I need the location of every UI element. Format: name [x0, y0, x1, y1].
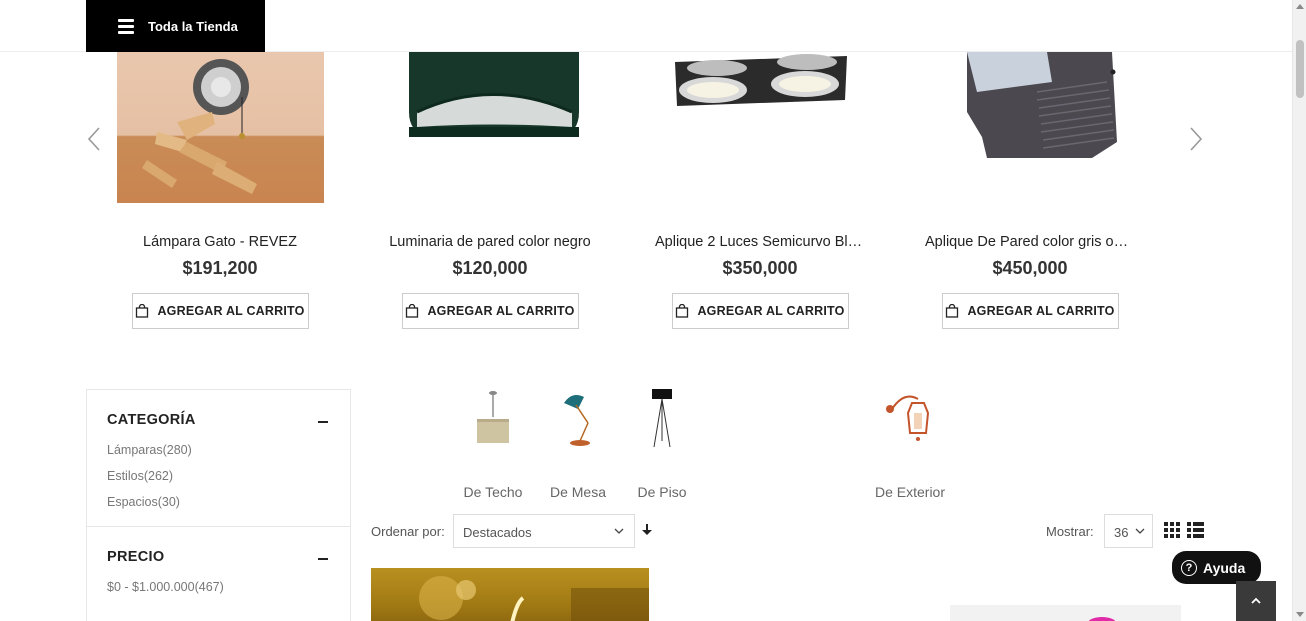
add-to-cart-button[interactable]: AGREGAR AL CARRITO: [401, 293, 579, 329]
category-label: Lámparas: [107, 443, 163, 457]
hamburger-icon: [118, 19, 134, 34]
shopping-bag-icon: [676, 304, 689, 318]
shopping-bag-icon: [406, 304, 419, 318]
category-filter-title[interactable]: CATEGORÍA: [107, 412, 330, 428]
chevron-up-icon: [1251, 597, 1261, 604]
sort-direction-button[interactable]: [642, 524, 652, 539]
product-name[interactable]: Lámpara Gato - REVEZ: [115, 234, 325, 250]
product-name[interactable]: Aplique 2 Luces Semicurvo Blanco: [655, 234, 865, 250]
add-to-cart-label: AGREGAR AL CARRITO: [157, 304, 305, 318]
product-card: Aplique De Pared color gris oscuro $450,…: [910, 52, 1150, 329]
grid-view-icon[interactable]: [1164, 522, 1180, 538]
wall-light-black-picture: [408, 52, 579, 137]
arrow-down-icon: [642, 524, 652, 535]
carousel-next-button[interactable]: [1186, 124, 1206, 154]
price-filter-title[interactable]: PRECIO: [107, 549, 330, 565]
listing-product-image[interactable]: [371, 568, 649, 621]
help-label: Ayuda: [1203, 559, 1246, 576]
product-image[interactable]: [116, 52, 324, 203]
category-label: De Mesa: [549, 484, 607, 500]
store-menu-button[interactable]: Toda la Tienda: [86, 0, 265, 52]
chevron-down-icon: [614, 528, 624, 534]
add-to-cart-button[interactable]: AGREGAR AL CARRITO: [941, 293, 1119, 329]
product-card: Luminaria de pared color negro $120,000 …: [370, 52, 610, 329]
listing-product-image[interactable]: [950, 605, 1181, 621]
category-item-lamparas[interactable]: Lámparas(280): [107, 442, 330, 458]
category-shortcuts: De Techo De Mesa De Piso De Exterior: [450, 389, 970, 500]
chevron-down-icon: [1135, 528, 1145, 534]
cat-lamp-picture: [141, 59, 257, 194]
list-view-icon[interactable]: [1187, 522, 1204, 538]
scrollbar-thumb[interactable]: [1296, 40, 1304, 98]
product-price: $450,000: [992, 258, 1068, 278]
desk-lamp-icon: [548, 389, 608, 449]
collapse-icon[interactable]: [318, 421, 328, 423]
price-filter: PRECIO $0 - $1.000.000(467): [87, 526, 350, 595]
add-to-cart-button[interactable]: AGREGAR AL CARRITO: [131, 293, 309, 329]
grey-wall-light-picture: [966, 52, 1117, 158]
category-label: De Techo: [463, 484, 523, 500]
product-carousel: Lámpara Gato - REVEZ $191,200 AGREGAR AL…: [86, 52, 1206, 342]
product-card: Lámpara Gato - REVEZ $191,200 AGREGAR AL…: [100, 52, 340, 329]
price-range-item[interactable]: $0 - $1.000.000(467): [107, 579, 330, 595]
scroll-up-arrow-icon[interactable]: [1296, 4, 1304, 9]
category-de-exterior[interactable]: De Exterior: [860, 389, 960, 500]
page-scrollbar[interactable]: [1292, 0, 1306, 621]
add-to-cart-label: AGREGAR AL CARRITO: [967, 304, 1115, 318]
category-count: (280): [162, 443, 192, 457]
category-title-text: CATEGORÍA: [107, 412, 196, 428]
listing-toolbar: Ordenar por: Destacados Mostrar: 36: [371, 514, 1206, 548]
category-item-espacios[interactable]: Espacios(30): [107, 494, 330, 510]
add-to-cart-button[interactable]: AGREGAR AL CARRITO: [671, 293, 849, 329]
per-page-select[interactable]: 36: [1104, 514, 1153, 548]
product-price: $191,200: [182, 258, 258, 278]
warm-light-picture: [419, 576, 649, 621]
help-button[interactable]: ? Ayuda: [1172, 551, 1261, 584]
collapse-icon[interactable]: [318, 558, 328, 560]
product-image[interactable]: [387, 52, 594, 203]
product-image[interactable]: [927, 52, 1134, 203]
show-label: Mostrar:: [1046, 524, 1094, 539]
price-title-text: PRECIO: [107, 549, 165, 565]
sort-select-value: Destacados: [463, 525, 532, 540]
category-count: (262): [143, 469, 174, 483]
product-price: $350,000: [722, 258, 798, 278]
scroll-down-arrow-icon[interactable]: [1296, 612, 1304, 617]
per-page-value: 36: [1114, 525, 1129, 540]
filter-sidebar: CATEGORÍA Lámparas(280) Estilos(262) Esp…: [86, 389, 351, 621]
product-price: $120,000: [452, 258, 528, 278]
category-filter: CATEGORÍA Lámparas(280) Estilos(262) Esp…: [87, 390, 350, 510]
scroll-to-top-button[interactable]: [1236, 581, 1276, 621]
product-name[interactable]: Luminaria de pared color negro: [385, 234, 595, 250]
product-image[interactable]: [657, 52, 864, 203]
product-name[interactable]: Aplique De Pared color gris oscuro: [925, 234, 1135, 250]
price-range-count: (467): [194, 580, 224, 594]
category-de-mesa[interactable]: De Mesa: [538, 389, 618, 500]
category-label: De Piso: [637, 484, 687, 500]
pendant-lamp-icon: [463, 389, 523, 449]
category-count: (30): [157, 495, 180, 509]
category-de-piso[interactable]: De Piso: [622, 389, 702, 500]
floor-lamp-icon: [632, 389, 692, 449]
category-label: De Exterior: [874, 484, 946, 500]
question-icon: ?: [1181, 559, 1197, 576]
category-label: Espacios: [107, 495, 158, 509]
product-card: Aplique 2 Luces Semicurvo Blanco $350,00…: [640, 52, 880, 329]
add-to-cart-label: AGREGAR AL CARRITO: [697, 304, 845, 318]
shopping-bag-icon: [136, 304, 149, 318]
store-menu-label: Toda la Tienda: [148, 18, 238, 34]
twin-spotlight-picture: [674, 54, 847, 106]
add-to-cart-label: AGREGAR AL CARRITO: [427, 304, 575, 318]
sort-select[interactable]: Destacados: [453, 514, 635, 548]
category-label: Estilos: [107, 469, 144, 483]
shopping-bag-icon: [946, 304, 959, 318]
category-item-estilos[interactable]: Estilos(262): [107, 468, 330, 484]
chevron-right-icon: [1190, 127, 1203, 151]
price-range-label: $0 - $1.000.000: [107, 580, 195, 594]
sort-label: Ordenar por:: [371, 524, 445, 539]
product-picture: [1088, 617, 1116, 621]
category-de-techo[interactable]: De Techo: [450, 389, 536, 500]
outdoor-lantern-icon: [880, 389, 940, 449]
